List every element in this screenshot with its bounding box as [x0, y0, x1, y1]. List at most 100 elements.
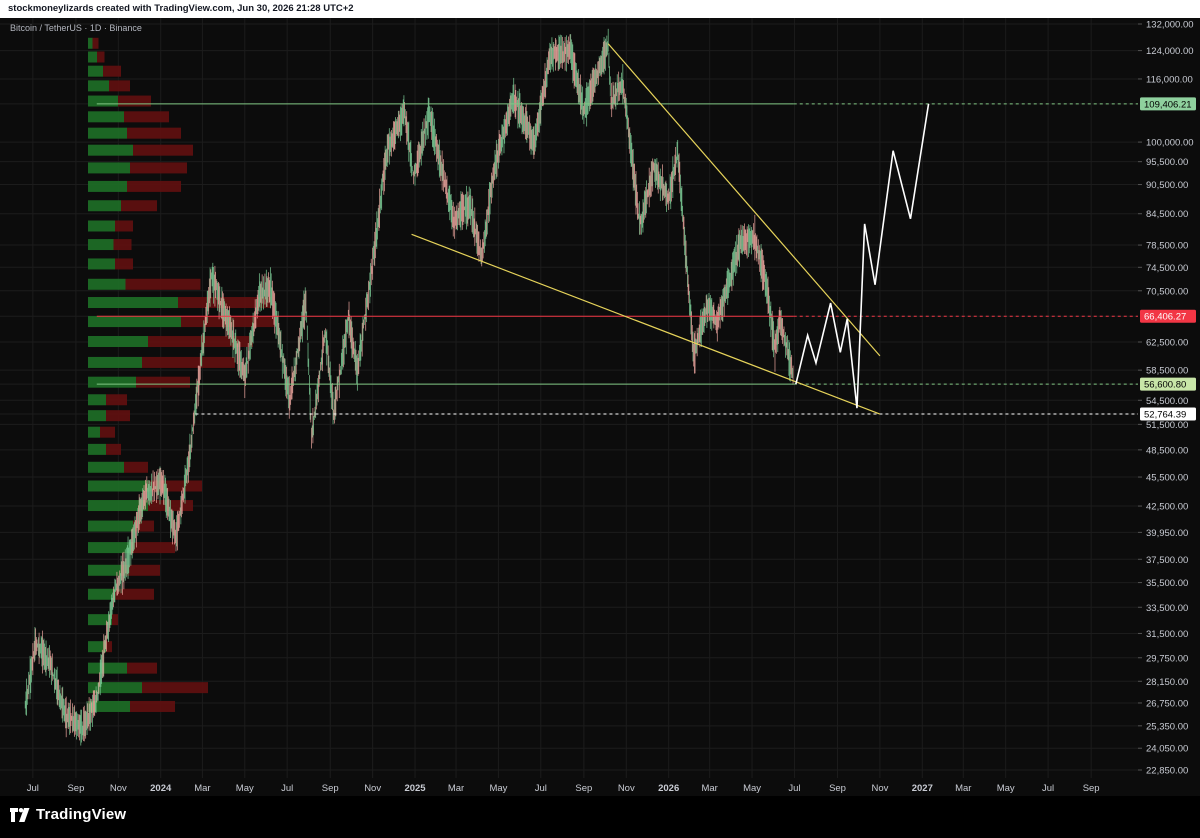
time-axis-label: Sep	[322, 783, 339, 794]
volume-profile-bar-up	[88, 461, 124, 473]
time-axis-label: 2026	[658, 783, 679, 794]
time-axis-label: Jul	[788, 783, 800, 794]
volume-profile-bar-up	[88, 111, 124, 123]
price-axis: 132,000.00 124,000.00 116,000.00 100,000.00…	[1138, 18, 1200, 796]
volume-profile-bar-up	[88, 65, 103, 77]
chart-area[interactable]: 132,000.00 124,000.00 116,000.00 100,000.00…	[0, 18, 1200, 796]
volume-profile-bar-up	[88, 520, 133, 532]
volume-profile-bar-up	[88, 220, 115, 232]
price-axis-label: 31,500.00	[1146, 629, 1188, 640]
volume-profile-bar-up	[88, 200, 121, 212]
volume-profile-bar-down	[115, 220, 133, 232]
footer-bar: TradingView	[0, 796, 1200, 838]
price-axis-label: 74,500.00	[1146, 263, 1188, 274]
price-axis-label: 25,350.00	[1146, 721, 1188, 732]
volume-profile-bar-up	[88, 162, 130, 174]
volume-profile-bar-up	[88, 480, 148, 492]
volume-profile-bar-up	[88, 426, 100, 438]
price-axis-label: 62,500.00	[1146, 338, 1188, 349]
volume-profile-bar-down	[124, 461, 148, 473]
volume-profile-bar-up	[88, 95, 118, 107]
price-axis-label: 26,750.00	[1146, 698, 1188, 709]
price-axis-label: 116,000.00	[1146, 74, 1193, 85]
volume-profile-bar-down	[121, 200, 157, 212]
volume-profile-bar-down	[125, 278, 201, 290]
price-level-tag-label: 109,406.21	[1144, 99, 1192, 110]
volume-profile-bar-up	[88, 336, 148, 348]
time-axis-label: Sep	[575, 783, 592, 794]
tradingview-logo-text: TradingView	[36, 806, 127, 823]
volume-profile-bar-up	[88, 356, 142, 368]
volume-profile-bar-up	[88, 542, 133, 554]
time-axis-label: Nov	[364, 783, 381, 794]
time-axis-label: Sep	[829, 783, 846, 794]
volume-profile-bar-down	[127, 127, 181, 139]
price-axis-label: 84,500.00	[1146, 209, 1188, 220]
volume-profile-bar-down	[92, 37, 99, 49]
price-axis-label: 33,500.00	[1146, 603, 1188, 614]
price-level-tag-label: 66,406.27	[1144, 312, 1186, 323]
volume-profile-bar-up	[88, 316, 181, 328]
time-axis-label: May	[743, 783, 761, 794]
price-chart[interactable]: 132,000.00 124,000.00 116,000.00 100,000.00…	[0, 18, 1200, 796]
price-axis-label: 45,500.00	[1146, 473, 1188, 484]
volume-profile-bar-up	[88, 180, 127, 192]
volume-profile-bar-down	[127, 180, 181, 192]
tradingview-logo-icon	[10, 807, 30, 822]
time-axis-label: Mar	[194, 783, 210, 794]
volume-profile-bar-down	[109, 80, 130, 92]
price-axis-label: 90,500.00	[1146, 180, 1188, 191]
tradingview-logo[interactable]: TradingView	[10, 806, 126, 823]
time-axis-label: Mar	[701, 783, 717, 794]
volume-profile-bar-down	[106, 443, 121, 455]
symbol-legend: Bitcoin / TetherUS · 1D · Binance	[10, 23, 142, 33]
volume-profile-bar-up	[88, 144, 133, 156]
volume-profile-bar-down	[127, 662, 157, 674]
price-level-tag-label: 56,600.80	[1144, 380, 1186, 391]
volume-profile-bar-down	[113, 239, 132, 251]
time-axis-label: 2027	[912, 783, 933, 794]
volume-profile-bar-down	[133, 144, 193, 156]
volume-profile-bar-down	[106, 410, 130, 422]
volume-profile-bar-up	[88, 258, 115, 270]
price-axis-label: 39,950.00	[1146, 528, 1188, 539]
volume-profile-bar-down	[115, 258, 133, 270]
price-axis-label: 42,500.00	[1146, 502, 1188, 513]
price-axis-label: 28,150.00	[1146, 677, 1188, 688]
price-axis-label: 48,500.00	[1146, 445, 1188, 456]
volume-profile-bar-down	[118, 95, 151, 107]
price-axis-label: 58,500.00	[1146, 366, 1188, 377]
price-axis-label: 29,750.00	[1146, 653, 1188, 664]
volume-profile-bar-down	[100, 426, 115, 438]
volume-profile-bar-down	[142, 356, 235, 368]
attribution-bar: stockmoneylizards created with TradingVi…	[0, 0, 1200, 18]
volume-profile-bar-down	[133, 542, 175, 554]
volume-profile-bar-up	[88, 127, 127, 139]
price-axis-label: 132,000.00	[1146, 20, 1194, 31]
volume-profile-bar-up	[88, 37, 93, 49]
time-axis-label: Nov	[871, 783, 888, 794]
volume-profile-bar-up	[88, 376, 136, 388]
volume-profile-bar-up	[88, 443, 106, 455]
time-axis-label: Sep	[1083, 783, 1100, 794]
volume-profile-bar-up	[88, 662, 127, 674]
time-axis-label: May	[489, 783, 507, 794]
price-axis-label: 35,500.00	[1146, 578, 1188, 589]
time-axis-label: Nov	[618, 783, 635, 794]
volume-profile-bar-up	[88, 641, 106, 653]
time-axis-label: Mar	[448, 783, 464, 794]
time-axis-label: Jul	[281, 783, 293, 794]
price-axis-label: 100,000.00	[1146, 138, 1194, 149]
volume-profile-bar-up	[88, 239, 114, 251]
price-axis-label: 78,500.00	[1146, 241, 1188, 252]
time-axis-label: 2025	[404, 783, 426, 794]
volume-profile-bar-up	[88, 80, 109, 92]
price-axis-label: 124,000.00	[1146, 46, 1194, 57]
time-axis-label: Mar	[955, 783, 971, 794]
time-axis-label: Jul	[1042, 783, 1054, 794]
time-axis-label: May	[236, 783, 254, 794]
volume-profile-bar-up	[88, 278, 126, 290]
time-axis-label: May	[997, 783, 1015, 794]
volume-profile-bar-down	[130, 700, 175, 712]
volume-profile-bar-up	[88, 297, 178, 309]
